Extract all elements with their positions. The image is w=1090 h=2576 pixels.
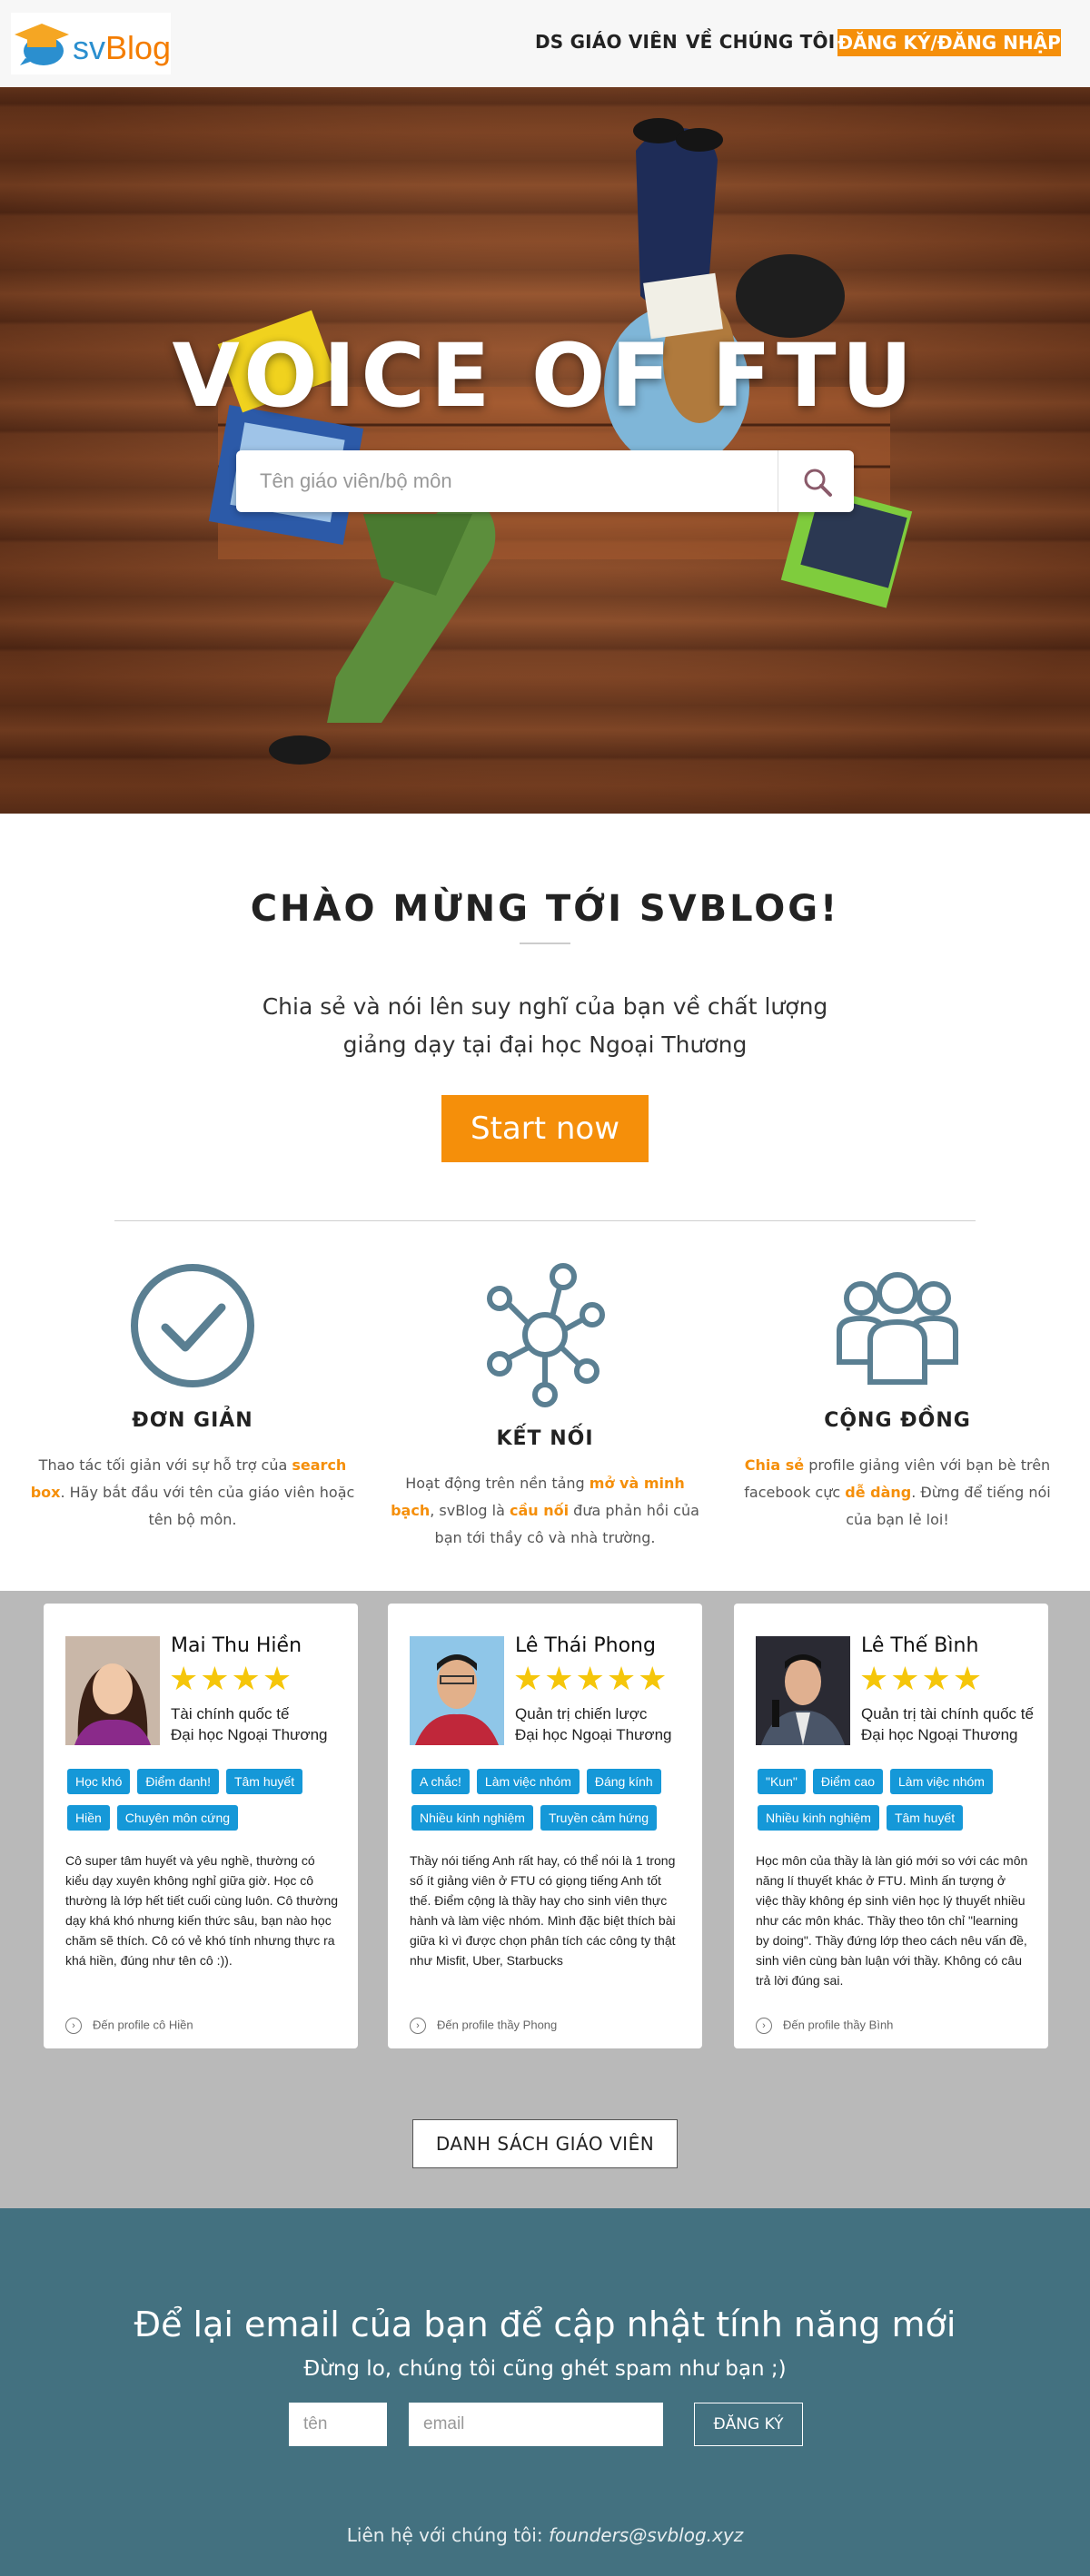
contact-info: Liên hệ với chúng tôi: founders@svblog.x…: [346, 2524, 744, 2546]
tag[interactable]: Điểm danh!: [137, 1769, 219, 1794]
tag[interactable]: Điểm cao: [812, 1769, 883, 1794]
chevron-right-icon: ›: [410, 2018, 426, 2034]
teacher-subject: Quản trị tài chính quốc tế Đại học Ngoại …: [861, 1705, 1034, 1743]
email-field[interactable]: [409, 2403, 663, 2446]
newsletter-section: Để lại email của bạn để cập nhật tính nă…: [0, 2208, 1090, 2576]
tag[interactable]: Tâm huyết: [225, 1769, 303, 1794]
section-divider: [114, 1220, 976, 1221]
tag-list: A chắc! Làm việc nhóm Đáng kính Nhiều kinh …: [411, 1769, 684, 1841]
newsletter-title: Để lại email của bạn để cập nhật tính nă…: [134, 2305, 956, 2344]
search-icon: [804, 469, 832, 497]
tag[interactable]: Chuyên môn cứng: [116, 1805, 239, 1831]
svblog-logo[interactable]: svBlog: [11, 13, 171, 74]
review-text: Học môn của thầy là làn gió mới so với c…: [756, 1853, 1028, 1988]
check-circle-icon: [131, 1264, 254, 1387]
feature-simple-title: ĐƠN GIẢN: [132, 1409, 253, 1432]
feature-simple: ĐƠN GIẢN Thao tác tối giản với sự hỗ trợ…: [29, 1262, 356, 1534]
tag[interactable]: Hiền: [67, 1805, 110, 1831]
contact-email-link[interactable]: founders@svblog.xyz: [549, 2524, 743, 2546]
tag-list: Học khó Điểm danh! Tâm huyết Hiền Chuyên môn…: [67, 1769, 340, 1841]
feature-connect-title: KẾT NỐI: [496, 1427, 594, 1450]
hero-title: VOICE OF FTU: [172, 325, 918, 427]
teacher-search-input[interactable]: [236, 450, 778, 512]
tag[interactable]: Học khó: [67, 1769, 131, 1794]
name-field[interactable]: [289, 2403, 387, 2446]
review-text: Thầy nói tiếng Anh rất hay, có thể nói l…: [410, 1853, 676, 1968]
teacher-list-button[interactable]: DANH SÁCH GIÁO VIÊN: [412, 2119, 678, 2168]
tag[interactable]: Đáng kính: [586, 1769, 661, 1794]
tag[interactable]: Nhiều kinh nghiệm: [411, 1805, 533, 1831]
feature-community: CỘNG ĐỒNG Chia sẻ profile giảng viên với…: [734, 1262, 1061, 1534]
welcome-divider: [520, 943, 570, 944]
teacher-name[interactable]: Mai Thu Hiền: [171, 1634, 302, 1657]
chevron-right-icon: ›: [65, 2018, 82, 2034]
search-button[interactable]: [778, 450, 854, 512]
teacher-subject: Quản trị chiến lược Đại học Ngoại Thương: [515, 1705, 672, 1743]
teacher-profile-link[interactable]: › Đến profile cô Hiền: [65, 2018, 193, 2034]
teacher-profile-link[interactable]: › Đến profile thầy Bình: [756, 2018, 893, 2034]
nav-link-teachers[interactable]: DS GIÁO VIÊN: [535, 31, 678, 53]
start-now-button[interactable]: Start now: [441, 1095, 649, 1162]
teacher-name[interactable]: Lê Thái Phong: [515, 1634, 656, 1657]
teacher-search-box: [236, 450, 854, 512]
tag[interactable]: Tâm huyết: [886, 1805, 964, 1831]
feature-community-desc: Chia sẻ profile giảng viên với bạn bè tr…: [744, 1456, 1051, 1528]
feature-community-title: CỘNG ĐỒNG: [824, 1409, 971, 1432]
welcome-subtitle-line-1: Chia sẻ và nói lên suy nghĩ của bạn về c…: [262, 993, 828, 1020]
teacher-card: Lê Thái Phong ★★★★★ Quản trị chiến lược Đ…: [388, 1604, 702, 2048]
feature-connect: KẾT NỐI Hoạt động trên nền tảng mở và mi…: [382, 1262, 708, 1552]
feature-simple-desc: Thao tác tối giản với sự hỗ trợ của sear…: [30, 1456, 355, 1528]
welcome-title: CHÀO MỪNG TỚI SVBLOG!: [250, 888, 840, 930]
teacher-card: Mai Thu Hiền ★★★★ Tài chính quốc tế Đại h…: [44, 1604, 358, 2048]
rating-stars: ★★★★★: [513, 1660, 669, 1697]
hero-banner: VOICE OF FTU: [0, 87, 1090, 814]
rating-stars: ★★★★: [169, 1660, 294, 1697]
chevron-right-icon: ›: [756, 2018, 772, 2034]
login-register-button[interactable]: ĐĂNG KÝ/ĐĂNG NHẬP: [837, 29, 1061, 56]
tag[interactable]: Nhiều kinh nghiệm: [758, 1805, 879, 1831]
teacher-profile-link[interactable]: › Đến profile thầy Phong: [410, 2018, 557, 2034]
welcome-subtitle: Chia sẻ và nói lên suy nghĩ của bạn về c…: [0, 988, 1090, 1064]
review-text: Cô super tâm huyết và yêu nghề, thường c…: [65, 1853, 339, 1968]
tag[interactable]: Truyền cảm hứng: [540, 1805, 657, 1831]
graduation-cap-icon: [15, 24, 69, 65]
subscribe-button[interactable]: ĐĂNG KÝ: [694, 2403, 803, 2446]
logo-text: svBlog: [73, 29, 172, 66]
feature-connect-desc: Hoạt động trên nền tảng mở và minh bạch,…: [391, 1475, 699, 1546]
teacher-avatar[interactable]: [65, 1636, 160, 1745]
teacher-avatar[interactable]: [756, 1636, 850, 1745]
tag[interactable]: A chắc!: [411, 1769, 470, 1794]
nav-link-about[interactable]: VỀ CHÚNG TÔI: [686, 31, 835, 53]
network-icon: [487, 1263, 605, 1407]
newsletter-subtitle: Đừng lo, chúng tôi cũng ghét spam như bạ…: [303, 2357, 787, 2381]
teacher-card: Lê Thế Bình ★★★★ Quản trị tài chính quốc…: [734, 1604, 1048, 2048]
tag[interactable]: Làm việc nhóm: [890, 1769, 993, 1794]
teacher-avatar[interactable]: [410, 1636, 504, 1745]
rating-stars: ★★★★: [859, 1660, 985, 1697]
tag[interactable]: "Kun": [758, 1769, 806, 1794]
community-icon: [837, 1272, 958, 1385]
welcome-subtitle-line-2: giảng dạy tại đại học Ngoại Thương: [342, 1031, 748, 1058]
teacher-name[interactable]: Lê Thế Bình: [861, 1634, 978, 1657]
tag-list: "Kun" Điểm cao Làm việc nhóm Nhiều kinh ngh…: [758, 1769, 1030, 1841]
tag[interactable]: Làm việc nhóm: [476, 1769, 580, 1794]
teacher-subject: Tài chính quốc tế Đại học Ngoại Thương: [171, 1705, 328, 1743]
top-navbar: svBlog DS GIÁO VIÊN VỀ CHÚNG TÔI ĐĂNG KÝ…: [0, 0, 1090, 87]
